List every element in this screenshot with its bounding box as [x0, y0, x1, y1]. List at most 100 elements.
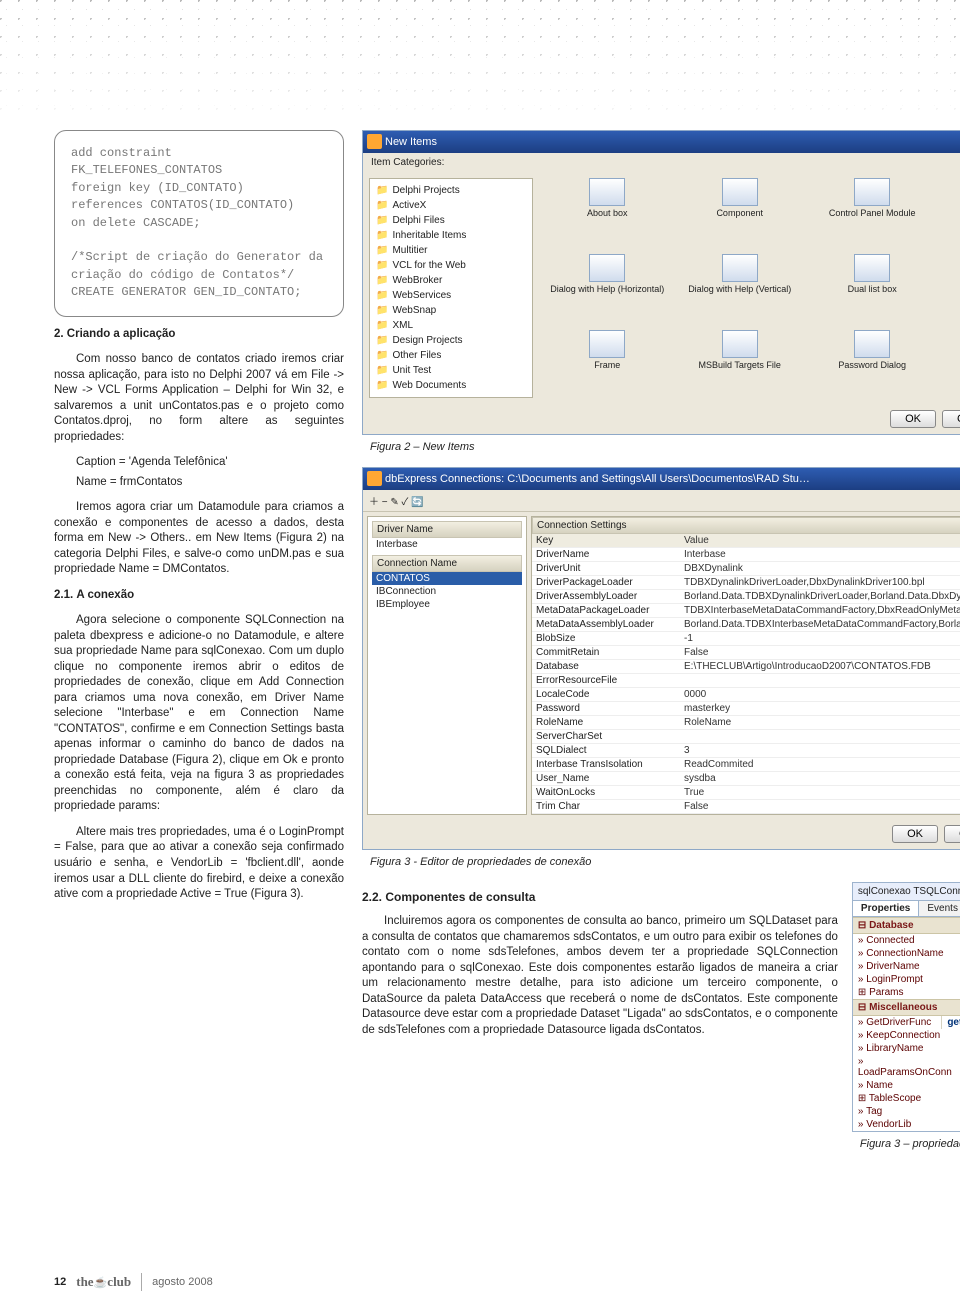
- setting-value[interactable]: TDBXInterbaseMetaDataCommandFactory,DbxR…: [680, 604, 960, 617]
- setting-row[interactable]: DatabaseE:\THECLUB\Artigo\IntroducaoD200…: [532, 660, 960, 674]
- connection-item[interactable]: CONTATOS: [372, 572, 522, 585]
- setting-value[interactable]: -1: [680, 632, 960, 645]
- object-inspector-header[interactable]: sqlConexao TSQLConnection ▾: [853, 883, 960, 901]
- setting-row[interactable]: Interbase TransIsolationReadCommited: [532, 758, 960, 772]
- tree-item[interactable]: Design Projects: [376, 333, 526, 348]
- setting-value[interactable]: Borland.Data.TDBXInterbaseMetaDataComman…: [680, 618, 960, 631]
- setting-value[interactable]: True: [680, 786, 960, 799]
- property-row[interactable]: » Connectedtrue: [853, 934, 960, 947]
- tree-item[interactable]: Delphi Projects: [376, 183, 526, 198]
- property-row[interactable]: » NamesqlConexao: [853, 1079, 960, 1092]
- ok-button[interactable]: OK: [892, 825, 938, 843]
- section-22-heading: 2.2. Componentes de consulta: [362, 890, 838, 904]
- tree-item[interactable]: Multitier: [376, 243, 526, 258]
- connection-item[interactable]: IBEmployee: [372, 598, 522, 611]
- setting-value[interactable]: Interbase: [680, 548, 960, 561]
- setting-row[interactable]: DriverAssemblyLoaderBorland.Data.TDBXDyn…: [532, 590, 960, 604]
- setting-value[interactable]: RoleName: [680, 716, 960, 729]
- setting-value[interactable]: masterkey: [680, 702, 960, 715]
- setting-row[interactable]: Passwordmasterkey: [532, 702, 960, 716]
- new-item-control-panel-module[interactable]: Control Panel Module: [808, 178, 936, 246]
- new-item-frame[interactable]: Frame: [543, 330, 671, 398]
- tree-item[interactable]: VCL for the Web: [376, 258, 526, 273]
- tree-item[interactable]: XML: [376, 318, 526, 333]
- setting-row[interactable]: DriverNameInterbase: [532, 548, 960, 562]
- setting-row[interactable]: MetaDataAssemblyLoaderBorland.Data.TDBXI…: [532, 618, 960, 632]
- property-value[interactable]: getSQLDriverINTERBAS: [942, 1016, 960, 1029]
- new-item-reconcile-error-dialog[interactable]: Reconcile Error Dialog: [940, 330, 960, 398]
- new-item-dialog-with-help-vertical-[interactable]: Dialog with Help (Vertical): [675, 254, 803, 322]
- ok-button[interactable]: OK: [890, 410, 936, 428]
- setting-value[interactable]: TDBXDynalinkDriverLoader,DbxDynalinkDriv…: [680, 576, 960, 589]
- property-row[interactable]: » VendorLibfbclient.dll: [853, 1118, 960, 1131]
- setting-value[interactable]: 3: [680, 744, 960, 757]
- setting-row[interactable]: LocaleCode0000: [532, 688, 960, 702]
- new-item-msbuild-targets-file[interactable]: MSBuild Targets File: [675, 330, 803, 398]
- setting-row[interactable]: ServerCharSet: [532, 730, 960, 744]
- setting-value[interactable]: DBXDynalink: [680, 562, 960, 575]
- property-key: » DriverName: [853, 960, 960, 973]
- new-item-data-module[interactable]: Data Module: [940, 178, 960, 246]
- setting-row[interactable]: SQLDialect3: [532, 744, 960, 758]
- tree-item[interactable]: Delphi Files: [376, 213, 526, 228]
- categories-tree[interactable]: Delphi ProjectsActiveXDelphi FilesInheri…: [369, 178, 533, 398]
- setting-value[interactable]: False: [680, 800, 960, 813]
- inspector-tabs[interactable]: Properties Events: [853, 901, 960, 917]
- setting-value[interactable]: [680, 674, 960, 687]
- tree-item[interactable]: Other Files: [376, 348, 526, 363]
- tree-item[interactable]: WebSnap: [376, 303, 526, 318]
- property-row[interactable]: ⊞ Params(TWideStrings): [853, 986, 960, 999]
- setting-row[interactable]: WaitOnLocksTrue: [532, 786, 960, 800]
- tab-properties[interactable]: Properties: [853, 901, 919, 916]
- setting-value[interactable]: ReadCommited: [680, 758, 960, 771]
- property-group[interactable]: ⊟ Miscellaneous: [853, 999, 960, 1016]
- property-row[interactable]: » LoginPromptfalse: [853, 973, 960, 986]
- setting-value[interactable]: sysdba: [680, 772, 960, 785]
- toolbar[interactable]: ＋ − ✎ ✓ 🔄: [363, 490, 960, 512]
- setting-row[interactable]: DriverPackageLoaderTDBXDynalinkDriverLoa…: [532, 576, 960, 590]
- tree-item[interactable]: WebServices: [376, 288, 526, 303]
- cancel-button[interactable]: Cancel: [944, 825, 960, 843]
- new-item-component[interactable]: Component: [675, 178, 803, 246]
- setting-row[interactable]: RoleNameRoleName: [532, 716, 960, 730]
- setting-row[interactable]: DriverUnitDBXDynalink: [532, 562, 960, 576]
- setting-row[interactable]: User_Namesysdba: [532, 772, 960, 786]
- new-item-dialog-with-help-horizontal-[interactable]: Dialog with Help (Horizontal): [543, 254, 671, 322]
- new-item-password-dialog[interactable]: Password Dialog: [808, 330, 936, 398]
- tree-item[interactable]: Web Documents: [376, 378, 526, 393]
- new-item-about-box[interactable]: About box: [543, 178, 671, 246]
- tab-events[interactable]: Events: [919, 901, 960, 916]
- setting-row[interactable]: MetaDataPackageLoaderTDBXInterbaseMetaDa…: [532, 604, 960, 618]
- setting-row[interactable]: CommitRetainFalse: [532, 646, 960, 660]
- connection-item[interactable]: IBConnection: [372, 585, 522, 598]
- property-row[interactable]: » LoadParamsOnConnfalse: [853, 1055, 960, 1079]
- tree-item[interactable]: ActiveX: [376, 198, 526, 213]
- property-row[interactable]: » GetDriverFuncgetSQLDriverINTERBAS: [853, 1016, 960, 1029]
- items-grid[interactable]: About boxComponentControl Panel ModuleDa…: [539, 172, 960, 404]
- property-row[interactable]: » Tag0: [853, 1105, 960, 1118]
- tree-item[interactable]: Unit Test: [376, 363, 526, 378]
- property-row[interactable]: » LibraryNamedbxint30.dll: [853, 1042, 960, 1055]
- setting-value[interactable]: E:\THECLUB\Artigo\IntroducaoD2007\CONTAT…: [680, 660, 960, 673]
- property-row[interactable]: » DriverNameInterbase: [853, 960, 960, 973]
- setting-row[interactable]: Trim CharFalse: [532, 800, 960, 814]
- setting-value[interactable]: [680, 730, 960, 743]
- tree-item[interactable]: WebBroker: [376, 273, 526, 288]
- setting-row[interactable]: ErrorResourceFile: [532, 674, 960, 688]
- driver-row[interactable]: Interbase: [372, 538, 522, 551]
- cancel-button[interactable]: Cancel: [942, 410, 960, 428]
- property-row[interactable]: » KeepConnectiontrue: [853, 1029, 960, 1042]
- setting-key: DriverAssemblyLoader: [532, 590, 680, 603]
- new-item-dual-list-box[interactable]: Dual list box: [808, 254, 936, 322]
- new-item-form[interactable]: Form: [940, 254, 960, 322]
- property-row[interactable]: ⊞ TableScope[tsTable,tsView]: [853, 1092, 960, 1105]
- setting-value[interactable]: False: [680, 646, 960, 659]
- property-group[interactable]: ⊟ Database: [853, 917, 960, 934]
- property-key: » Name: [853, 1079, 960, 1092]
- setting-value[interactable]: Borland.Data.TDBXDynalinkDriverLoader,Bo…: [680, 590, 960, 603]
- property-row[interactable]: » ConnectionNameCONTATOS: [853, 947, 960, 960]
- setting-value[interactable]: 0000: [680, 688, 960, 701]
- tree-item[interactable]: Inheritable Items: [376, 228, 526, 243]
- driver-panel[interactable]: Driver Name Interbase Connection Name CO…: [367, 516, 527, 815]
- setting-row[interactable]: BlobSize-1: [532, 632, 960, 646]
